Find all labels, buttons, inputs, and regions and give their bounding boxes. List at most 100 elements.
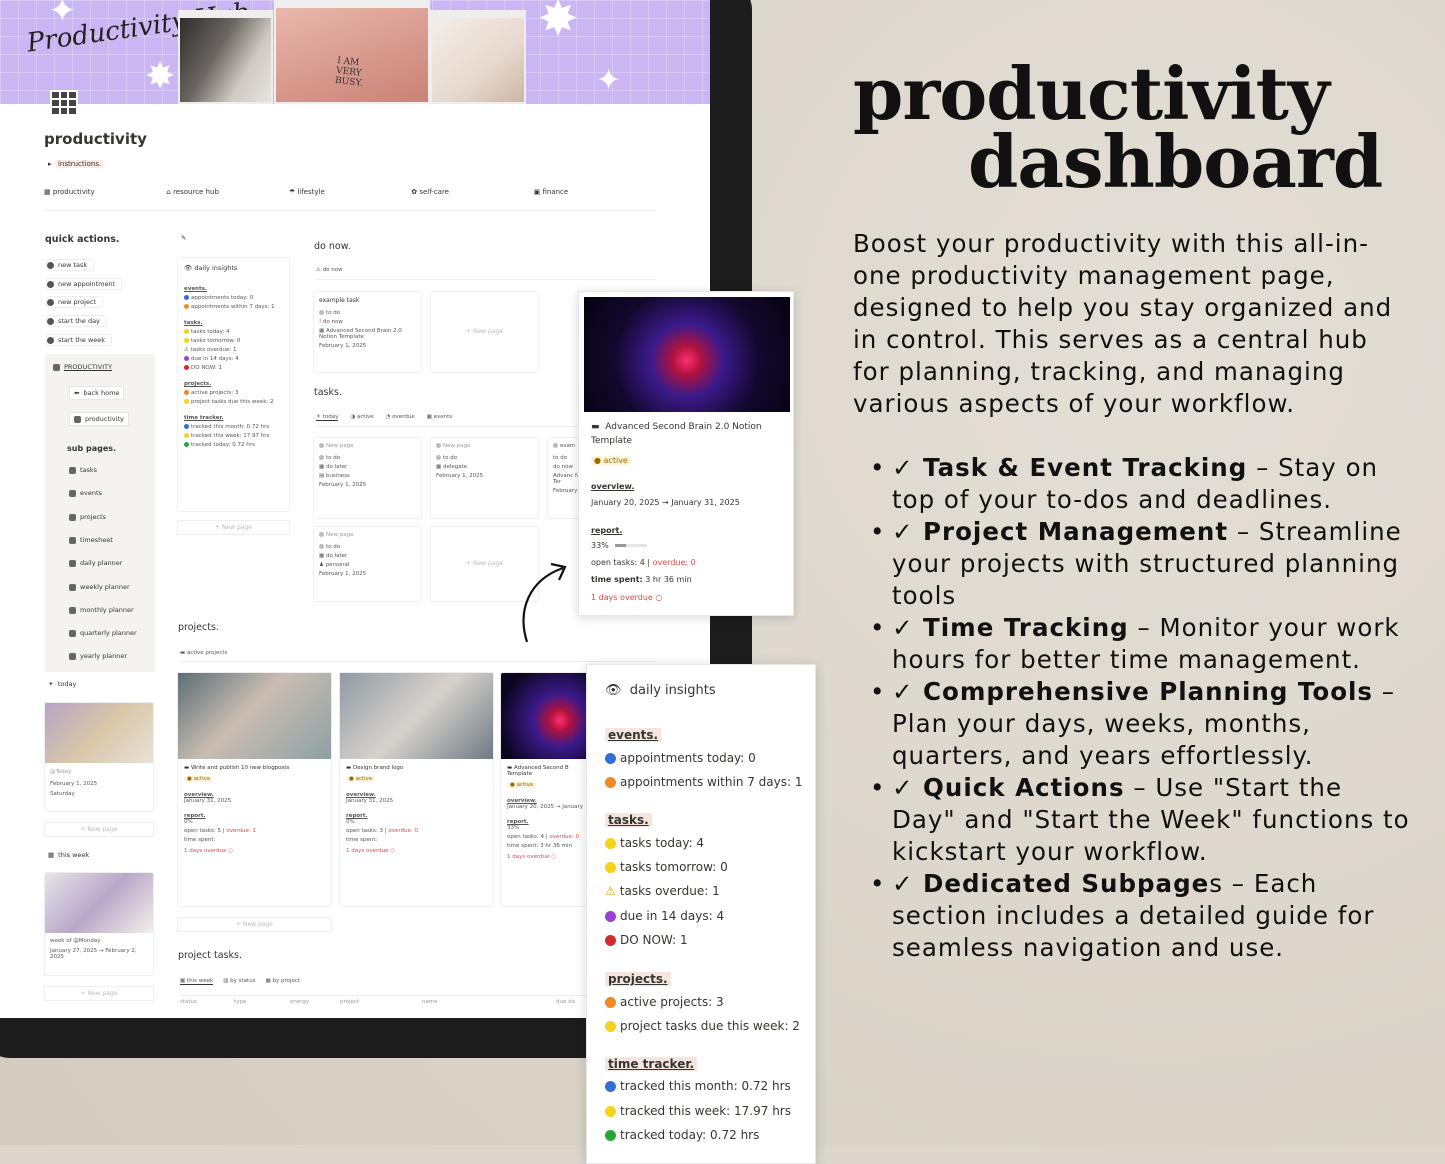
column-type: type [234,999,247,1005]
sidebar-item-daily-planner[interactable]: daily planner [69,559,122,567]
cover-photo [178,10,273,104]
new-appointment-button[interactable]: new appointment [46,278,123,290]
sidebar-item-timesheet[interactable]: timesheet [69,536,113,544]
quick-actions-title: quick actions. [45,234,120,245]
popup-time-spent: time spent: 3 hr 36 min [591,575,692,584]
today-card[interactable]: @Today February 1, 2025 Saturday [44,702,154,812]
daily-insights-popup[interactable]: 👁 daily insights events. appointments to… [586,664,816,1164]
new-page-button[interactable]: + New page [44,822,154,837]
project-card[interactable]: ▬ Write and publish 10 new blogposts ● a… [177,672,332,907]
tab-by-status[interactable]: ▥ by status [223,978,255,985]
sidebar-panel: PRODUCTIVITY ⬅ back home productivity su… [45,354,155,672]
tab-overdue[interactable]: ◔ overdue [386,414,415,421]
insight-row: tracked this week: 17.97 hrs [605,1104,791,1118]
tab-active[interactable]: ◑ active [350,414,373,421]
new-page-button[interactable]: + New page [177,917,332,932]
project-tasks-title: project tasks. [178,950,242,961]
project-card[interactable]: ▬ Advanced Second B Template ● active ov… [500,672,600,907]
do-now-view-tab[interactable]: ⚠ do now [316,267,656,280]
today-label: ☀ today [48,680,77,688]
this-week-label: ▦ this week [48,851,90,859]
time-heading: time tracker. [184,415,224,421]
sparkle-icon: ✦ [48,0,77,31]
popup-time-heading: time tracker. [605,1057,698,1071]
sidebar-item-tasks[interactable]: tasks [69,466,97,474]
nav-finance[interactable]: ▣ finance [534,188,656,196]
new-page-button[interactable]: + New page [430,291,539,373]
nav-lifestyle[interactable]: ☂ lifestyle [289,188,411,196]
feature-item: ✓ Task & Event Tracking – Stay on top of… [870,452,1410,516]
week-range: January 27, 2025 → February 2, 2025 [50,948,137,960]
sidebar-item-quarterly-planner[interactable]: quarterly planner [69,629,137,637]
instructions-toggle[interactable]: ▸ instructions. [48,160,104,168]
new-task-button[interactable]: new task [46,259,95,271]
pin-icon: ✎ [181,234,187,242]
project-card[interactable]: ▬ Design brand logo ● active overview. J… [339,672,494,907]
feature-list: ✓ Task & Event Tracking – Stay on top of… [870,452,1410,964]
insight-row: appointments within 7 days: 1 [605,775,803,789]
week-image [45,873,153,933]
projects-heading: projects. [184,381,212,387]
sidebar-item-weekly-planner[interactable]: weekly planner [69,583,130,591]
task-card[interactable]: New page to do ▦ do later ♟ personal Feb… [313,526,422,602]
feature-item: ✓ Time Tracking – Monitor your work hour… [870,612,1410,676]
active-projects-tab[interactable]: ▬ active projects [180,650,656,662]
start-week-button[interactable]: start the week [46,334,113,346]
tab-this-week[interactable]: ▦ this week [180,978,214,985]
insight-row: active projects: 3 [605,995,724,1009]
do-now-card[interactable]: example task to do ! do now ▦ Advanced S… [313,291,422,373]
cover-photo [430,10,526,104]
productivity-link[interactable]: productivity [69,412,129,426]
sidebar-item-projects[interactable]: projects [69,513,106,521]
nav-productivity[interactable]: ▦ productivity [44,188,166,196]
feature-item: ✓ Comprehensive Planning Tools – Plan yo… [870,676,1410,772]
popup-tasks-heading: tasks. [605,813,652,827]
new-page-button[interactable]: + New page [177,520,290,535]
insight-row: project tasks due this week: 2 [605,1019,800,1033]
sidebar-item-yearly-planner[interactable]: yearly planner [69,652,127,660]
popup-insights-title: 👁 daily insights [605,683,716,698]
new-page-button[interactable]: + New page [44,986,154,1001]
task-card[interactable]: New page to do ▦ do later ▤ business Feb… [313,437,422,519]
column-project: project [340,999,360,1005]
popup-report-heading: report. [591,526,623,535]
table-header: status type energy project name due da [180,995,656,1005]
daily-insights-title: 👁 daily insights [184,264,238,272]
project-popup[interactable]: ▬ Advanced Second Brain 2.0 Notion Templ… [578,291,794,616]
nav-resource-hub[interactable]: ⌂ resource hub [166,188,288,196]
today-day: Saturday [50,791,75,797]
task-card[interactable]: New page to do ▦ delegate February 1, 20… [430,437,539,519]
insight-row: tracked today: 0.72 hrs [605,1128,759,1142]
tab-today[interactable]: ☀ today [316,414,339,421]
insight-row: tracked this month: 0.72 hrs [605,1079,791,1093]
sidebar-item-events[interactable]: events [69,489,102,497]
popup-open-tasks: open tasks: 4 | overdue: 0 [591,558,696,567]
sidebar-item-monthly-planner[interactable]: monthly planner [69,606,134,614]
projects-title: projects. [178,622,219,633]
sparkle-icon: ✦ [596,63,622,98]
popup-late: 1 days overdue ○ [591,593,663,602]
top-nav: ▦ productivity ⌂ resource hub ☂ lifestyl… [44,188,656,211]
sparkle-icon: ✸ [538,0,579,47]
popup-events-heading: events. [605,728,662,742]
tasks-heading: tasks. [184,320,203,326]
tab-by-project[interactable]: ▦ by project [266,978,301,985]
column-status: status [180,999,197,1005]
photo-sign: I AM VERY BUSY. [334,55,364,89]
nav-self-care[interactable]: ✿ self-care [411,188,533,196]
warning-icon: ⚠ [605,884,616,898]
card-title: example task [319,297,360,304]
feature-item: ✓ Dedicated Subpages – Each section incl… [870,868,1410,964]
week-card[interactable]: week of @Monday January 27, 2025 → Febru… [44,872,154,976]
start-day-button[interactable]: start the day [46,315,107,327]
popup-overview: January 20, 2025 → January 31, 2025 [591,498,740,507]
back-home-button[interactable]: ⬅ back home [69,386,125,400]
tab-events[interactable]: ▦ events [427,414,452,421]
cover-photo: I AM VERY BUSY. [274,0,430,104]
popup-report: 33% [591,541,648,550]
new-project-button[interactable]: new project [46,296,104,308]
page-title: productivity [44,130,147,148]
today-card-title: @Today [50,769,72,775]
insight-row: appointments today: 0 [605,751,756,765]
week-title: week of @Monday [50,938,101,944]
